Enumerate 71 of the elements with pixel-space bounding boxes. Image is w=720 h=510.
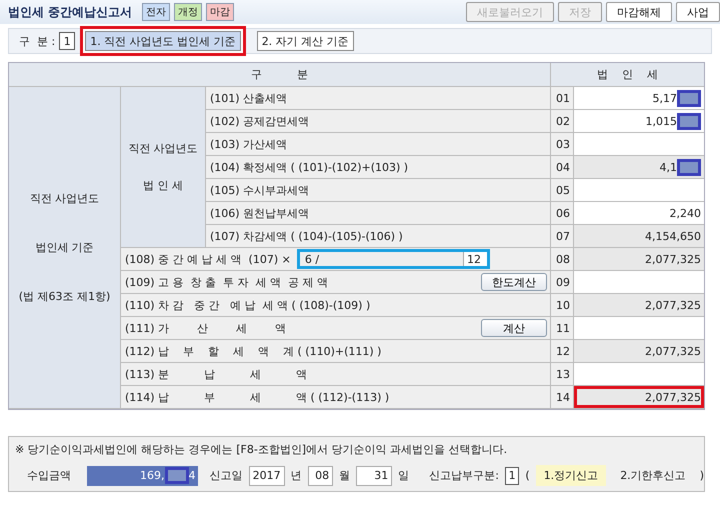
day-unit: 일 (398, 468, 410, 483)
row-label: (108) 중 간 예 납 세 액 (107) × (125, 252, 291, 266)
note-text: ※ 당기순이익과세법인에 해당하는 경우에는 [F8-조합법인]에서 당기순이익 과세법인을 선택합니다. (15, 442, 508, 457)
row-code: 04 (551, 156, 574, 179)
group-label: 직전 사업년도 (30, 191, 100, 206)
row-label: (113) 분 납 세 액 (125, 366, 307, 382)
group-label: (법 제63조 제1항) (18, 289, 110, 304)
row-label: (112) 납 부 할 세 액 계 ( (110)+(111) ) (125, 344, 382, 358)
row-label: (111) 가 산 세 액 (125, 320, 286, 336)
status-badge: 전자 (142, 3, 170, 21)
calculate-button[interactable]: 계산 (481, 319, 547, 337)
amount-field[interactable]: 4,1 (574, 156, 704, 179)
row-label: (103) 가산세액 (210, 136, 288, 152)
revenue-field[interactable]: 169, 4 (87, 466, 198, 486)
group-label: 법인세 기준 (35, 240, 94, 255)
division-label: 구 분 : (19, 34, 56, 48)
row-code: 03 (551, 133, 574, 156)
row-code: 14 (551, 386, 574, 409)
toolbar-button[interactable]: 사업 (676, 2, 720, 22)
ratio-field[interactable]: 6 / 12 (296, 249, 490, 269)
open-paren: ( (525, 469, 530, 482)
division-code-field[interactable]: 1 (59, 32, 76, 50)
amount-field[interactable]: 4,154,650 (574, 225, 704, 248)
row-label: (101) 산출세액 (210, 90, 288, 106)
row-label: (105) 수시부과세액 (210, 182, 310, 198)
column-header: 법 인 세 (551, 63, 704, 87)
amount-field[interactable]: 5,17 (574, 87, 704, 110)
subgroup-label: 직전 사업년도 (128, 141, 198, 156)
subgroup-label: 법 인 세 (143, 178, 183, 193)
row-code: 12 (551, 340, 574, 363)
row-label: (107) 차감세액 ( (104)-(105)-(106) ) (210, 228, 403, 244)
division-option[interactable]: 2. 자기 계산 기준 (256, 31, 354, 51)
row-label: (104) 확정세액 ( (101)-(102)+(103) ) (210, 160, 408, 174)
row-code: 13 (551, 363, 574, 386)
toolbar-button[interactable]: 마감해제 (606, 2, 672, 22)
payment-type-code-field[interactable]: 1 (504, 466, 520, 484)
day-field[interactable]: 31 (356, 466, 392, 486)
row-label: (114) 납 부 세 액 ( (112)-(113) ) (125, 390, 390, 404)
revenue-label: 수입금액 (27, 468, 71, 483)
amount-field[interactable]: 1,015 (574, 110, 704, 133)
status-badge: 개정 (174, 3, 202, 21)
row-label: (102) 공제감면세액 (210, 114, 310, 128)
row-label: (110) 차 감 중 간 예 납 세 액 ( (108)-(109) ) (125, 298, 370, 312)
row-code: 05 (551, 179, 574, 202)
month-unit: 월 (339, 468, 350, 483)
row-code: 06 (551, 202, 574, 225)
column-header: 구 분 (9, 63, 551, 87)
form-title: 법인세 중간예납신고서 (8, 4, 132, 20)
status-badge: 마감 (206, 3, 234, 21)
close-paren: ) (700, 469, 704, 482)
calculate-button[interactable]: 한도계산 (481, 273, 547, 291)
row-label: (106) 원천납부세액 (210, 206, 310, 220)
year-unit: 년 (290, 468, 302, 483)
row-code: 02 (551, 110, 574, 133)
row-code: 08 (551, 248, 574, 271)
payment-type-option[interactable]: 1.정기신고 (536, 465, 606, 486)
amount-field[interactable]: 2,077,325 (574, 340, 704, 363)
payment-type-option[interactable]: 2.기한후신고 (612, 465, 694, 486)
row-label: (109) 고 용 창 출 투 자 세 액 공 제 액 (125, 274, 328, 290)
row-code: 01 (551, 87, 574, 110)
row-code: 09 (551, 271, 574, 294)
month-field[interactable]: 08 (308, 466, 334, 486)
row-code: 10 (551, 294, 574, 317)
report-date-label: 신고일 (210, 468, 243, 483)
year-field[interactable]: 2017 (248, 466, 285, 486)
amount-field[interactable]: 2,077,325 (574, 294, 704, 317)
row-code: 11 (551, 317, 574, 340)
payment-type-label: 신고납부구분: (429, 468, 499, 483)
amount-field[interactable]: 2,077,325 (574, 386, 704, 409)
amount-field[interactable]: 2,077,325 (574, 248, 704, 271)
row-code: 07 (551, 225, 574, 248)
